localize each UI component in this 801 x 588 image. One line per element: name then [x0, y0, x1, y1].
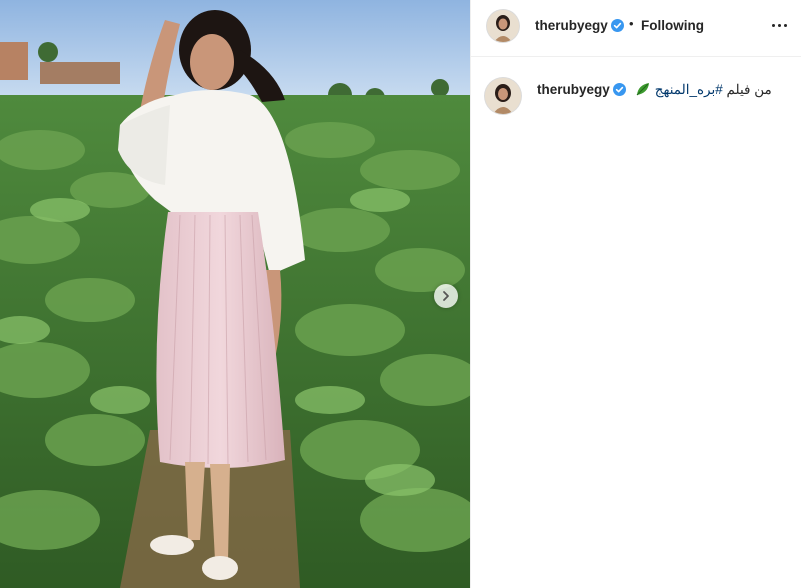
avatar[interactable] [487, 10, 519, 42]
carousel-next-button[interactable] [434, 284, 458, 308]
chevron-right-icon [443, 291, 449, 301]
verified-badge-icon [611, 19, 624, 32]
verified-badge-icon [613, 83, 626, 96]
post-image [0, 0, 470, 588]
more-options-button[interactable] [767, 14, 791, 36]
caption-avatar[interactable] [485, 78, 521, 114]
hashtag-link[interactable]: #بره_المنهج [655, 82, 723, 97]
separator-dot: • [629, 16, 634, 31]
post-header: therubyegy • Following [471, 0, 801, 57]
profile-photo [485, 78, 521, 114]
post-side-panel: therubyegy • Following therubyegy من فيل… [471, 0, 801, 588]
post-caption: من فيلم #بره_المنهج [631, 81, 772, 98]
caption-text: من فيلم [726, 82, 772, 97]
caption-username-link[interactable]: therubyegy [537, 82, 610, 97]
more-options-icon [771, 23, 775, 27]
username-link[interactable]: therubyegy [535, 18, 608, 33]
profile-photo [487, 10, 519, 42]
following-button[interactable]: Following [641, 18, 704, 33]
leafy-green-emoji-icon [636, 83, 649, 96]
post-photo[interactable] [0, 0, 470, 588]
